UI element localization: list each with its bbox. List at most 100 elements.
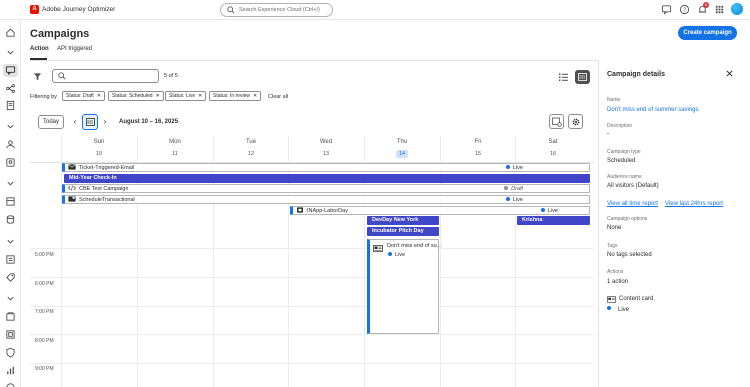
home-icon[interactable]: [5, 27, 16, 38]
event-dont-miss-end-of-summer-selected[interactable]: Don't miss end of su… Live: [367, 239, 443, 334]
tabs-divider: [30, 60, 598, 61]
date-range-label: August 10 – 16, 2025: [119, 119, 179, 125]
remove-filter-icon[interactable]: ✕: [253, 93, 257, 99]
transactional-icon: [68, 196, 76, 202]
hour-label: 9:00 PM: [35, 366, 54, 372]
next-week-button[interactable]: ›: [100, 115, 110, 129]
campaign-type-value: Scheduled: [607, 158, 636, 164]
day-number: 13: [322, 151, 330, 157]
chevron-down-icon[interactable]: [5, 121, 16, 132]
tags-label: Tags: [607, 243, 618, 249]
event-krishna[interactable]: Krishna: [517, 216, 590, 225]
remove-filter-icon[interactable]: ✕: [97, 93, 101, 99]
live-status-dot: [607, 306, 611, 311]
notification-badge: 6: [703, 2, 709, 8]
hour-label: 6:00 PM: [35, 281, 54, 287]
view-last-24hrs-report-link[interactable]: View last 24hrs report: [665, 201, 723, 207]
hour-label: 5:00 PM: [35, 252, 54, 258]
hour-line: [30, 363, 594, 364]
offers-icon[interactable]: [5, 272, 16, 283]
day-header-sat: Sat: [548, 139, 558, 145]
fragments-icon[interactable]: [5, 329, 16, 340]
chevron-down-icon[interactable]: [5, 47, 16, 58]
assets-icon[interactable]: [5, 311, 16, 322]
privacy-icon[interactable]: [5, 347, 16, 358]
hour-line: [30, 334, 594, 335]
tags-value: No tags selected: [607, 252, 652, 258]
event-status: Live: [388, 251, 405, 258]
channels-icon[interactable]: [5, 254, 16, 265]
hour-line: [30, 248, 594, 249]
event-incubator-pitch-day[interactable]: Incubator Pitch Day: [367, 227, 439, 236]
hour-line: [30, 277, 594, 278]
journeys-icon[interactable]: [5, 83, 16, 94]
nav-campaigns-active[interactable]: [3, 64, 18, 77]
day-number: 12: [247, 151, 255, 157]
audience-label: Audience name: [607, 174, 642, 180]
create-campaign-button[interactable]: Create campaign: [678, 26, 737, 40]
chevron-down-icon[interactable]: [5, 293, 16, 304]
remove-filter-icon[interactable]: ✕: [156, 93, 160, 99]
event-title: Ticket-Triggered-Email: [79, 165, 135, 171]
calendar-gear-icon: [552, 117, 562, 127]
reports-icon[interactable]: [5, 365, 16, 376]
content-templates-icon[interactable]: [5, 100, 16, 111]
event-title: Don't miss end of su…: [387, 243, 443, 249]
filter-chip-label: Status: Draft: [66, 93, 94, 99]
help-icon[interactable]: ?: [679, 4, 690, 15]
filter-chip-in-review[interactable]: Status: In review ✕: [209, 91, 262, 101]
day-number-today: 14: [364, 150, 440, 158]
campaign-search-input[interactable]: [52, 69, 159, 83]
calendar-view-toggle[interactable]: [575, 70, 590, 84]
day-header-wed: Wed: [319, 139, 333, 145]
previous-week-button[interactable]: ‹: [70, 115, 80, 129]
campaign-name-link[interactable]: Don't miss end of summer savings: [607, 107, 699, 113]
top-bar: A Adobe Journey Optimizer Search Experie…: [0, 0, 750, 20]
filter-chip-draft[interactable]: Status: Draft ✕: [62, 91, 105, 101]
day-number: 11: [172, 151, 178, 157]
filter-icon[interactable]: [33, 72, 42, 81]
remove-filter-icon[interactable]: ✕: [198, 93, 202, 99]
calendar-settings-view-button[interactable]: [549, 114, 564, 129]
global-search-input[interactable]: Search Experience Cloud (Ctrl+/): [220, 3, 333, 17]
adobe-logo[interactable]: A: [30, 5, 39, 14]
filter-chip-label: Status: Live: [169, 93, 196, 99]
event-schedule-transactional[interactable]: ScheduleTransactional Live: [62, 195, 590, 204]
datasets-icon[interactable]: [5, 214, 16, 225]
event-cbe-test-campaign[interactable]: CBE Test Campaign Draft: [62, 184, 590, 193]
event-mid-year-check-in[interactable]: Mid-Year Check-In: [64, 174, 590, 183]
calendar-icon: [86, 118, 95, 126]
event-ticket-triggered-email[interactable]: Ticket-Triggered-Email Live: [62, 163, 590, 172]
tab-api-triggered[interactable]: API triggered: [57, 46, 92, 52]
chevron-down-icon[interactable]: [5, 178, 16, 189]
event-status: Live: [505, 164, 523, 171]
clear-all-filters-link[interactable]: Clear all: [268, 94, 288, 100]
event-devday-new-york[interactable]: DevDay New York: [367, 216, 439, 225]
apps-grid-icon[interactable]: [714, 4, 725, 15]
action-channel: Content card: [619, 296, 654, 302]
day-header-sun: Sun: [93, 139, 105, 145]
list-view-icon[interactable]: [556, 70, 571, 84]
schemas-icon[interactable]: [5, 196, 16, 207]
alerts-icon[interactable]: [5, 382, 16, 387]
today-button[interactable]: Today: [38, 115, 64, 129]
app-name[interactable]: Adobe Journey Optimizer: [42, 6, 115, 13]
day-number: 16: [549, 151, 557, 157]
left-navigation: [0, 20, 21, 387]
audiences-icon[interactable]: [5, 139, 16, 150]
view-all-time-report-link[interactable]: View all time report: [607, 201, 658, 207]
tab-action[interactable]: Action: [30, 46, 49, 52]
filter-chip-scheduled[interactable]: Status: Scheduled ✕: [108, 91, 164, 101]
campaign-options-value: None: [607, 225, 622, 231]
event-inapp-laborday[interactable]: INApp-LaborDay Live: [290, 206, 590, 215]
user-avatar[interactable]: [731, 3, 743, 15]
feedback-icon[interactable]: [661, 4, 672, 15]
name-label: Name: [607, 97, 621, 103]
profiles-icon[interactable]: [5, 157, 16, 168]
close-icon[interactable]: [725, 69, 734, 78]
chevron-down-icon[interactable]: [5, 236, 16, 247]
date-picker-button[interactable]: [82, 114, 98, 130]
filter-chip-live[interactable]: Status: Live ✕: [165, 91, 207, 101]
in-app-icon: [297, 207, 303, 213]
settings-button[interactable]: [568, 114, 583, 129]
